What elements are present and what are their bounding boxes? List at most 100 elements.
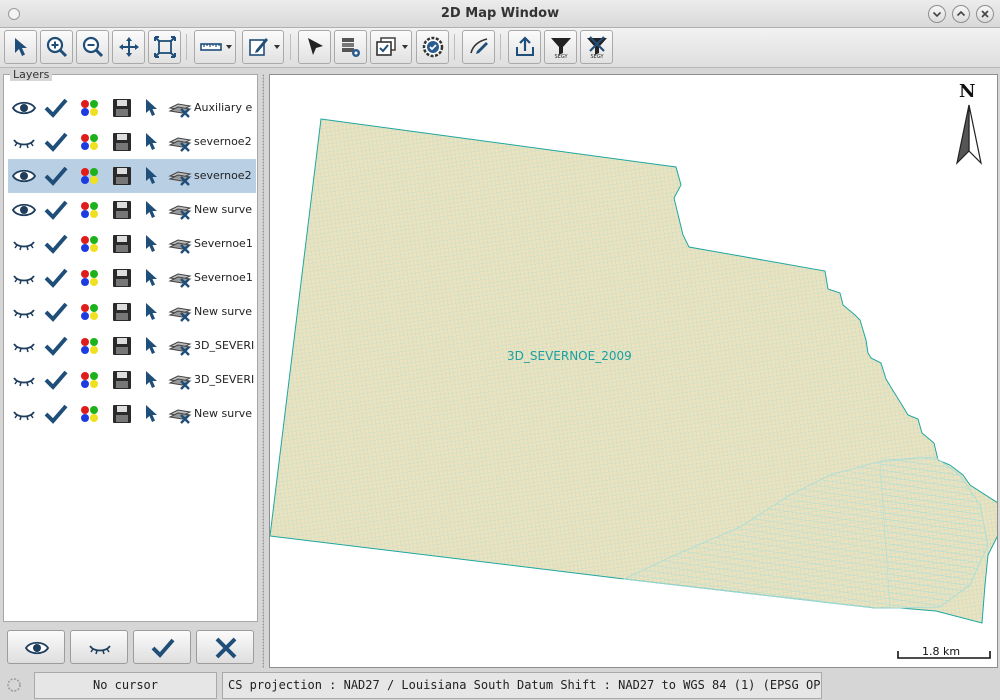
close-window-button[interactable] (976, 5, 994, 23)
checkmark-icon[interactable] (44, 302, 68, 322)
eye-closed-icon[interactable] (12, 370, 36, 390)
layer-row[interactable]: Severnoe1 (8, 227, 256, 261)
database-settings-button[interactable] (334, 30, 367, 64)
cursor-arrow-icon[interactable] (140, 132, 164, 152)
remove-layer-icon[interactable] (168, 98, 192, 118)
layers-title: Layers (10, 68, 53, 81)
eye-open-icon[interactable] (11, 166, 37, 186)
eye-closed-icon[interactable] (12, 268, 36, 288)
zoom-extent-button[interactable] (148, 30, 181, 64)
cursor-arrow-icon[interactable] (140, 98, 164, 118)
eye-open-icon[interactable] (11, 200, 37, 220)
segy-filter-button[interactable]: SEGY (544, 30, 577, 64)
cursor-arrow-icon[interactable] (140, 404, 164, 424)
measure-button[interactable] (194, 30, 236, 64)
toolbar-separator (186, 34, 187, 60)
checkmark-icon[interactable] (44, 404, 68, 424)
layer-row[interactable]: New surve (8, 295, 256, 329)
eye-closed-icon[interactable] (12, 234, 36, 254)
save-icon[interactable] (110, 268, 134, 288)
checkmark-icon[interactable] (44, 268, 68, 288)
cursor-arrow-icon[interactable] (140, 166, 164, 186)
show-all-button[interactable] (7, 630, 65, 664)
eye-closed-icon[interactable] (12, 132, 36, 152)
select-tool-button[interactable] (4, 30, 37, 64)
layer-row[interactable]: Auxiliary e (8, 91, 256, 125)
cursor-arrow-icon[interactable] (140, 234, 164, 254)
color-palette-icon[interactable] (78, 302, 102, 322)
remove-button[interactable] (196, 630, 254, 664)
minimize-button[interactable] (928, 5, 946, 23)
layer-row[interactable]: 3D_SEVERI (8, 329, 256, 363)
cursor-arrow-icon[interactable] (140, 370, 164, 390)
layer-row[interactable]: New surve (8, 397, 256, 431)
eye-closed-icon[interactable] (12, 404, 36, 424)
panel-splitter[interactable] (261, 74, 266, 668)
zoom-out-icon (82, 36, 104, 58)
layer-row[interactable]: Severnoe1 (8, 261, 256, 295)
cursor-arrow-icon[interactable] (140, 268, 164, 288)
color-palette-icon[interactable] (78, 336, 102, 356)
color-palette-icon[interactable] (78, 404, 102, 424)
eye-closed-icon[interactable] (12, 336, 36, 356)
save-icon[interactable] (110, 370, 134, 390)
save-icon[interactable] (110, 336, 134, 356)
export-button[interactable] (508, 30, 541, 64)
sketch-button[interactable] (462, 30, 495, 64)
cursor-arrow-icon[interactable] (140, 336, 164, 356)
map-canvas[interactable]: 3D_SEVERNOE_2009 N 1.8 km (269, 74, 998, 668)
remove-layer-icon[interactable] (168, 132, 192, 152)
remove-layer-icon[interactable] (168, 336, 192, 356)
color-palette-icon[interactable] (78, 166, 102, 186)
pan-button[interactable] (112, 30, 145, 64)
color-palette-icon[interactable] (78, 132, 102, 152)
zoom-out-button[interactable] (76, 30, 109, 64)
zoom-in-button[interactable] (40, 30, 73, 64)
segy-clear-filter-button[interactable]: SEGY (580, 30, 613, 64)
check-all-button[interactable] (133, 630, 191, 664)
remove-layer-icon[interactable] (168, 200, 192, 220)
layer-row[interactable]: New surve (8, 193, 256, 227)
export-icon (516, 36, 534, 56)
checkmark-icon[interactable] (44, 98, 68, 118)
cursor-arrow-icon[interactable] (140, 200, 164, 220)
layer-row[interactable]: severnoe2 (8, 125, 256, 159)
save-icon[interactable] (110, 302, 134, 322)
toolbar-separator (500, 34, 501, 60)
layer-row[interactable]: severnoe2 (8, 159, 256, 193)
apply-settings-button[interactable] (416, 30, 449, 64)
remove-layer-icon[interactable] (168, 166, 192, 186)
checkmark-icon[interactable] (44, 370, 68, 390)
color-palette-icon[interactable] (78, 98, 102, 118)
cursor-arrow-icon[interactable] (140, 302, 164, 322)
layer-row[interactable]: 3D_SEVERI (8, 363, 256, 397)
hide-all-button[interactable] (70, 630, 128, 664)
save-icon[interactable] (110, 166, 134, 186)
north-arrow-icon (956, 104, 982, 165)
color-palette-icon[interactable] (78, 370, 102, 390)
eye-closed-icon[interactable] (12, 302, 36, 322)
remove-layer-icon[interactable] (168, 268, 192, 288)
color-palette-icon[interactable] (78, 268, 102, 288)
save-icon[interactable] (110, 98, 134, 118)
checkmark-icon[interactable] (44, 132, 68, 152)
save-icon[interactable] (110, 234, 134, 254)
save-icon[interactable] (110, 200, 134, 220)
remove-layer-icon[interactable] (168, 234, 192, 254)
remove-layer-icon[interactable] (168, 302, 192, 322)
remove-layer-icon[interactable] (168, 370, 192, 390)
eye-open-icon[interactable] (11, 98, 37, 118)
save-icon[interactable] (110, 404, 134, 424)
remove-layer-icon[interactable] (168, 404, 192, 424)
color-palette-icon[interactable] (78, 200, 102, 220)
edit-button[interactable] (242, 30, 284, 64)
save-icon[interactable] (110, 132, 134, 152)
checkmark-icon[interactable] (44, 200, 68, 220)
maximize-button[interactable] (952, 5, 970, 23)
checkmark-icon[interactable] (44, 336, 68, 356)
checkmark-icon[interactable] (44, 166, 68, 186)
color-palette-icon[interactable] (78, 234, 102, 254)
pointer-button[interactable] (298, 30, 331, 64)
select-layers-button[interactable] (370, 30, 412, 64)
checkmark-icon[interactable] (44, 234, 68, 254)
